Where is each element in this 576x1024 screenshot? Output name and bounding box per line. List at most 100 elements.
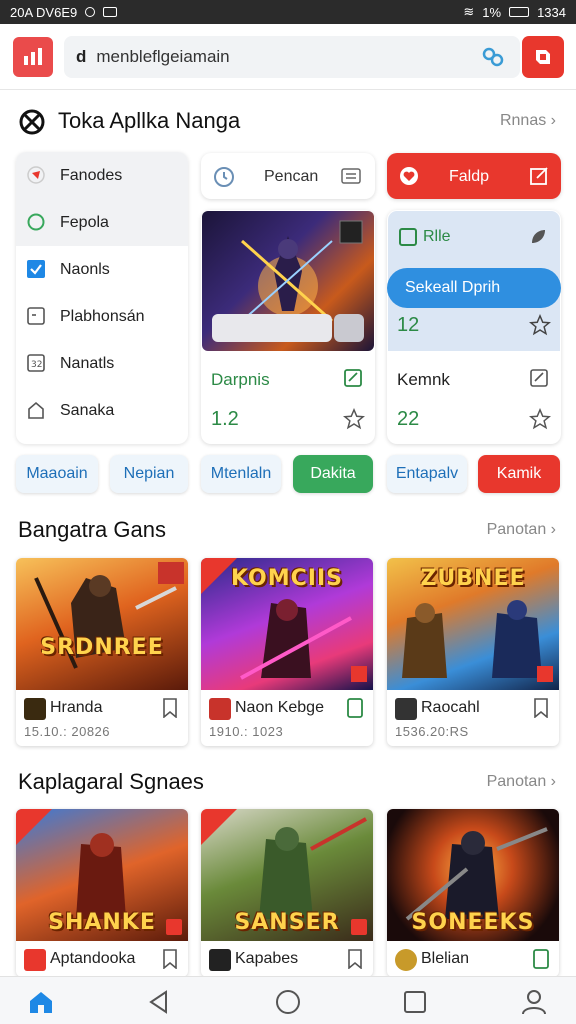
bookmark-icon[interactable] xyxy=(162,698,178,718)
side-item-label: Naonls xyxy=(60,260,110,278)
feature-art xyxy=(202,211,374,351)
svg-text:32: 32 xyxy=(31,360,42,370)
bottom-navigation xyxy=(0,976,576,1024)
status-bar: 20A DV6E9 ≋ 1% 1334 xyxy=(0,0,576,24)
feature-b-value: 22 xyxy=(397,408,420,430)
game-name: Raocahl xyxy=(421,699,480,716)
edit-icon[interactable] xyxy=(343,368,363,388)
game-date: 15.10.: 20826 xyxy=(24,724,111,739)
game-art-title: SHANKE xyxy=(48,910,156,935)
wifi-icon: ≋ xyxy=(463,4,475,19)
chart-icon xyxy=(24,48,42,65)
back-icon[interactable] xyxy=(146,989,172,1015)
side-item-fanodes[interactable]: Fanodes xyxy=(16,152,188,199)
settings-icon[interactable] xyxy=(334,314,364,342)
side-item-nanatls[interactable]: 32 Nanatls xyxy=(16,340,188,387)
side-item-label: Sanaka xyxy=(60,401,115,419)
game-art: ZUBNEE xyxy=(387,558,559,690)
pill-kamik[interactable]: Kamik xyxy=(478,455,560,493)
home-icon[interactable] xyxy=(28,989,54,1015)
game-art: SANSER xyxy=(201,809,373,941)
side-item-sanaka[interactable]: Sanaka xyxy=(16,387,188,434)
feature-card-a[interactable]: Darpnis 1.2 xyxy=(201,210,375,444)
pill-entapalv[interactable]: Entapalv xyxy=(387,455,467,493)
star-icon[interactable] xyxy=(529,408,551,430)
url-text: menbleflgeiamain xyxy=(96,47,230,66)
game-logo-icon xyxy=(209,949,231,971)
section-header-games: Bangatra Gans Panotan › xyxy=(0,510,576,550)
game-card[interactable]: KOMCIIS Naon Kebge 1910.: 1023 xyxy=(201,558,373,746)
feature-b-tag: Rlle xyxy=(423,228,451,245)
side-item-label: Plabhonsán xyxy=(60,307,145,325)
bookmark-icon[interactable] xyxy=(347,698,363,718)
game-art: SHANKE xyxy=(16,809,188,941)
section-title: Bangatra Gans xyxy=(18,517,166,542)
pill-dakita[interactable]: Dakita xyxy=(293,455,373,493)
game-name: Blelian xyxy=(421,950,470,967)
game-card[interactable]: ZUBNEE Raocahl 1536.20:RS xyxy=(387,558,559,746)
blocked-icon xyxy=(19,109,45,135)
favorite-card[interactable]: Faldp xyxy=(387,153,561,199)
app-menu-button[interactable] xyxy=(522,36,564,78)
message-icon xyxy=(103,7,118,17)
bookmark-icon[interactable] xyxy=(533,698,549,718)
feature-card-b[interactable]: Rlle Sekeall Dprih 12 Kemnk 22 xyxy=(387,210,561,444)
grid-icon: 32 xyxy=(27,354,45,372)
game-logo-icon xyxy=(24,698,46,720)
status-time-left: 20A DV6E9 xyxy=(10,4,78,20)
game-art-title: KOMCIIS xyxy=(230,566,343,591)
bookmark-icon[interactable] xyxy=(347,949,363,969)
feature-a-value: 1.2 xyxy=(211,408,239,430)
game-date: 1910.: 1023 xyxy=(209,724,284,739)
side-item-plabhonsan[interactable]: Plabhonsán xyxy=(16,293,188,340)
section-header-apps: Toka Apllka Nanga Rnnas › xyxy=(0,101,576,141)
star-icon[interactable] xyxy=(343,408,365,430)
status-clock: 1334 xyxy=(537,4,566,20)
star-icon[interactable] xyxy=(529,314,551,336)
game-art-title: SANSER xyxy=(234,910,340,935)
game-name: Hranda xyxy=(50,699,103,716)
game-art: KOMCIIS xyxy=(201,558,373,690)
game-art: SONEEKS xyxy=(387,809,559,941)
extension-icon[interactable] xyxy=(482,47,504,67)
bookmark-icon[interactable] xyxy=(533,949,549,969)
app-logo-icon xyxy=(536,50,550,64)
side-item-naonls[interactable]: Naonls xyxy=(16,246,188,293)
pill-maaoain[interactable]: Maaoain xyxy=(16,455,98,493)
home-circle-icon[interactable] xyxy=(275,989,301,1015)
pill-mtenlaln[interactable]: Mtenlaln xyxy=(201,455,281,493)
game-card[interactable]: SHANKE Aptandooka xyxy=(16,809,188,977)
section-more-link[interactable]: Panotan › xyxy=(487,773,556,791)
side-item-fepola[interactable]: Fepola xyxy=(16,199,188,246)
favorite-card-label: Faldp xyxy=(449,168,490,185)
game-card[interactable]: SANSER Kapabes xyxy=(201,809,373,977)
game-art: SRDNREE xyxy=(16,558,188,690)
pill-nepian[interactable]: Nepian xyxy=(110,455,188,493)
section-header-games-2: Kaplagaral Sgnaes Panotan › xyxy=(0,762,576,802)
url-bar: d menbleflgeiamain xyxy=(0,24,576,90)
section-more-link[interactable]: Panotan › xyxy=(487,521,556,539)
checkbox-icon xyxy=(399,228,417,246)
game-card[interactable]: SRDNREE Hranda 15.10.: 20826 xyxy=(16,558,188,746)
url-input[interactable]: d menbleflgeiamain xyxy=(64,36,520,78)
profile-icon[interactable] xyxy=(521,989,547,1015)
game-art-title: ZUBNEE xyxy=(420,566,526,591)
search-card[interactable]: Pencan xyxy=(201,153,375,199)
feature-b-number: 12 xyxy=(397,314,420,336)
feature-a-title: Darpnis xyxy=(211,370,270,389)
game-card[interactable]: SONEEKS Blelian xyxy=(387,809,559,977)
game-logo-icon xyxy=(395,698,417,720)
game-logo-icon xyxy=(24,949,46,971)
side-menu: Fanodes Fepola Naonls Plabhonsán 32 Nana… xyxy=(16,152,188,444)
clock-icon xyxy=(214,167,234,187)
home-app-button[interactable] xyxy=(13,37,53,77)
notification-icon xyxy=(85,7,96,17)
recents-icon[interactable] xyxy=(402,989,428,1015)
bookmark-icon[interactable] xyxy=(162,949,178,969)
side-item-label: Nanatls xyxy=(60,354,115,372)
select-all-button[interactable]: Sekeall Dprih xyxy=(387,268,561,308)
battery-icon xyxy=(509,7,530,17)
square-icon xyxy=(27,307,45,325)
section-more-link[interactable]: Rnnas › xyxy=(500,112,556,130)
edit-icon[interactable] xyxy=(529,368,549,388)
